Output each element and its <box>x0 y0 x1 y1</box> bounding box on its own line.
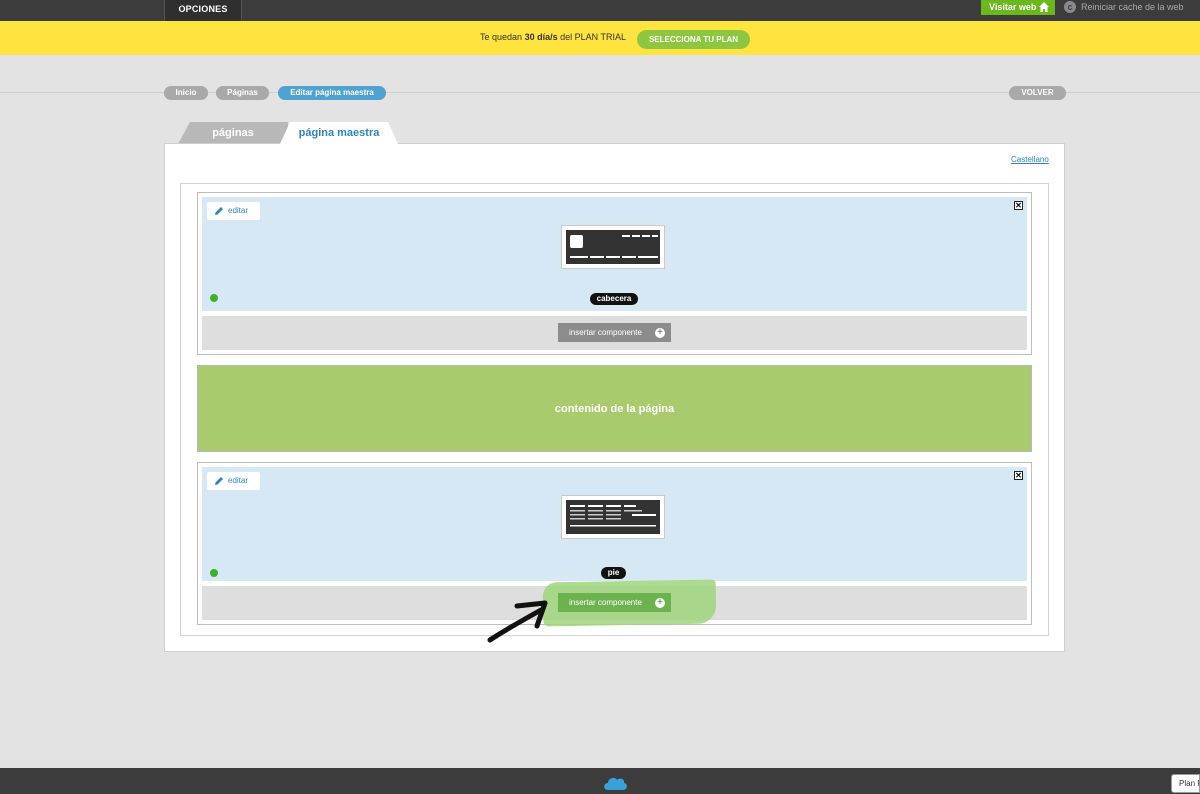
breadcrumb-edit-master[interactable]: Editar página maestra <box>278 86 386 100</box>
visit-web-button[interactable]: Visitar web <box>981 0 1055 15</box>
plus-icon: + <box>655 328 665 338</box>
page-content-block: contenido de la página <box>197 365 1032 452</box>
tab-pages[interactable]: páginas <box>178 122 288 144</box>
refresh-icon: c <box>1064 1 1076 13</box>
footer-edit-label: editar <box>228 476 249 485</box>
status-dot <box>210 569 218 577</box>
select-plan-button[interactable]: SELECCIONA TU PLAN <box>637 30 750 49</box>
header-insert-component-button[interactable]: insertar componente + <box>558 323 671 342</box>
header-section: editar ✕ cabecera insertar componente + <box>197 192 1032 355</box>
tab-master-label: página maestra <box>298 127 380 139</box>
cloud-icon[interactable] <box>602 775 628 791</box>
insert-label: insertar componente <box>569 598 642 607</box>
plus-icon: + <box>655 598 665 608</box>
insert-label: insertar componente <box>569 328 642 337</box>
header-thumbnail[interactable] <box>561 225 665 269</box>
footer-layout-graphic <box>570 505 656 527</box>
breadcrumb-home[interactable]: Inicio <box>164 86 208 100</box>
trial-message: Te quedan 30 día/s del PLAN TRIAL <box>480 32 626 42</box>
trial-banner: Te quedan 30 día/s del PLAN TRIAL SELECC… <box>0 21 1200 55</box>
footer-thumbnail[interactable] <box>561 495 665 539</box>
back-button[interactable]: VOLVER <box>1009 86 1066 100</box>
tab-master-page[interactable]: página maestra <box>280 122 398 144</box>
header-badge: cabecera <box>590 293 638 305</box>
header-layout-graphic <box>570 235 658 258</box>
close-icon[interactable]: ✕ <box>1014 471 1023 480</box>
footer-badge: pie <box>601 567 626 579</box>
plan-tag[interactable]: Plan P <box>1171 774 1200 793</box>
header-edit-button[interactable]: editar <box>207 202 260 220</box>
pencil-icon <box>215 477 223 485</box>
footer-preview-area: editar ✕ pie <box>202 467 1027 581</box>
breadcrumb-pages[interactable]: Páginas <box>216 86 269 100</box>
top-bar: OPCIONES Visitar web c Reiniciar cache d… <box>0 0 1200 21</box>
tab-pages-label: páginas <box>212 127 254 139</box>
trial-suffix: del PLAN TRIAL <box>560 32 626 42</box>
status-dot <box>210 294 218 302</box>
header-edit-label: editar <box>228 206 249 215</box>
footer-edit-button[interactable]: editar <box>207 472 260 490</box>
footer-insert-component-button[interactable]: insertar componente + <box>558 593 671 612</box>
header-preview-area: editar ✕ cabecera <box>202 197 1027 311</box>
trial-prefix: Te quedan <box>480 32 523 42</box>
language-link[interactable]: Castellano <box>1011 155 1049 164</box>
bottom-bar <box>0 768 1200 794</box>
trial-days: 30 día/s <box>524 32 558 42</box>
home-icon <box>1039 2 1049 12</box>
reset-cache-link[interactable]: c Reiniciar cache de la web <box>1064 1 1184 15</box>
visit-web-label: Visitar web <box>989 2 1037 12</box>
options-tab[interactable]: OPCIONES <box>164 0 242 21</box>
arrow-annotation <box>487 600 548 643</box>
close-icon[interactable]: ✕ <box>1014 201 1023 210</box>
reset-cache-label: Reiniciar cache de la web <box>1081 2 1184 12</box>
header-insert-area: insertar componente + <box>202 316 1027 350</box>
pencil-icon <box>215 207 223 215</box>
